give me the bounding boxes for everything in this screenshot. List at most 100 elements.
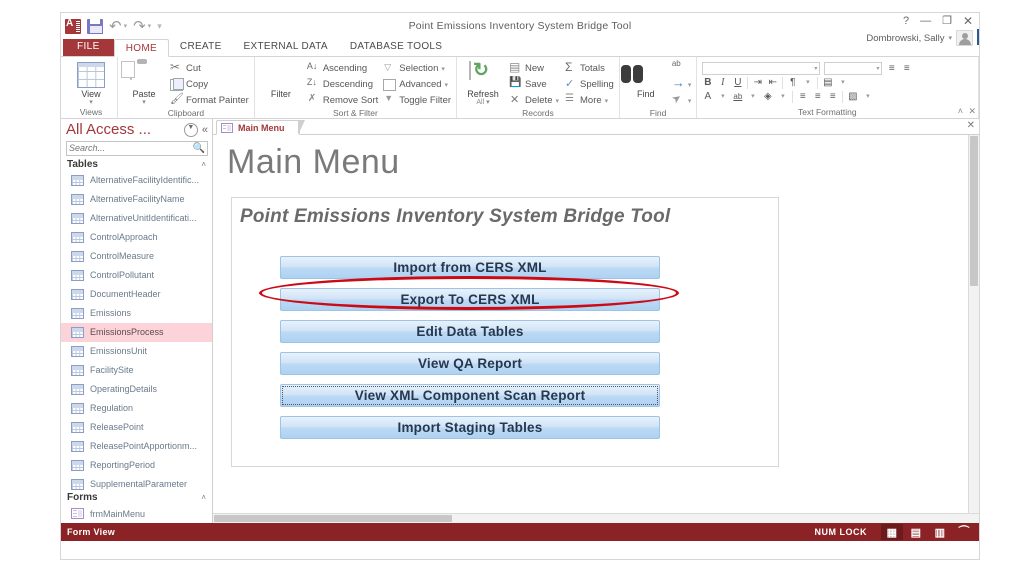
nav-item-table[interactable]: Emissions [61,304,212,323]
nav-item-table[interactable]: Regulation [61,399,212,418]
refresh-all-button[interactable]: Refresh All ▾ [462,61,504,106]
select-button[interactable]: ▾ [672,93,692,108]
gridlines-icon[interactable]: ▤ [822,77,833,89]
nav-item-form[interactable]: frmMainMenu [61,504,212,523]
tab-external-data[interactable]: EXTERNAL DATA [233,38,339,56]
ribbon-group-views-label: Views [79,107,103,117]
import-staging-tables-button[interactable]: Import Staging Tables [280,416,660,439]
nav-section-tables[interactable]: Tables ˄ [61,158,212,171]
font-family-select[interactable]: ▾ [702,62,821,75]
close-document-icon[interactable]: ✕ [968,106,976,117]
font-color-button[interactable]: A [702,91,713,103]
nav-item-table[interactable]: EmissionsUnit [61,342,212,361]
italic-button[interactable]: I [717,77,728,89]
horizontal-scrollbar-thumb[interactable] [214,515,452,522]
nav-item-table[interactable]: AlternativeFacilityIdentific... [61,171,212,190]
nav-item-table[interactable]: OperatingDetails [61,380,212,399]
toggle-filter-button[interactable]: Toggle Filter [383,93,451,108]
restore-icon[interactable] [942,16,952,27]
go-to-button[interactable]: ▾ [672,75,692,92]
datasheet-view-icon[interactable]: ▤ [905,524,927,540]
collapse-ribbon-icon[interactable]: ˄ [958,106,963,116]
view-button[interactable]: View ▾ [70,61,112,106]
save-record-button[interactable]: Save [509,77,559,92]
bulleted-list-icon[interactable]: ≡ [886,63,897,75]
filter-button[interactable]: Filter [260,61,302,99]
advanced-button[interactable]: Advanced ▾ [383,77,451,92]
align-right-icon[interactable]: ≡ [827,91,838,103]
remove-sort-button[interactable]: Remove Sort [307,93,378,108]
new-record-button[interactable]: New [509,60,559,76]
search-box[interactable]: 🔍 [66,141,208,156]
selection-button[interactable]: Selection ▾ [383,61,451,76]
cut-button[interactable]: Cut [170,60,249,76]
bold-button[interactable]: B [702,77,713,89]
close-icon[interactable] [963,15,973,28]
tab-file[interactable]: FILE [63,38,114,56]
nav-item-table[interactable]: FacilitySite [61,361,212,380]
vertical-scrollbar-thumb[interactable] [970,136,978,286]
decrease-indent-icon[interactable]: ⇤ [767,77,778,89]
view-qa-report-button[interactable]: View QA Report [280,352,660,375]
text-direction-icon[interactable]: ¶ [787,77,798,89]
shutter-bar-dropdown-icon[interactable] [183,122,198,137]
increase-indent-icon[interactable]: ⇥ [752,77,763,89]
view-xml-component-scan-report-button[interactable]: View XML Component Scan Report [280,384,660,407]
nav-item-label: OperatingDetails [90,384,158,395]
sort-ascending-button[interactable]: Ascending [307,61,378,76]
nav-item-table[interactable]: ReleasePointApportionm... [61,437,212,456]
nav-item-table[interactable]: AlternativeUnitIdentificati... [61,209,212,228]
edit-data-tables-button[interactable]: Edit Data Tables [280,320,660,343]
font-size-select[interactable]: ▾ [824,62,883,75]
align-center-icon[interactable]: ≡ [812,91,823,103]
import-from-cers-xml-button[interactable]: Import from CERS XML [280,256,660,279]
more-label: More [580,95,602,106]
fill-color-icon[interactable]: ◈ [762,91,773,103]
tab-database-tools[interactable]: DATABASE TOOLS [339,38,453,56]
nav-item-table[interactable]: ReportingPeriod [61,456,212,475]
new-record-icon [509,60,522,75]
export-to-cers-xml-button[interactable]: Export To CERS XML [280,288,660,311]
account-menu[interactable]: Dombrowski, Sally ▾ [866,30,973,46]
highlight-button[interactable]: ab [732,91,743,103]
format-painter-button[interactable]: Format Painter [170,92,249,108]
form-view-icon[interactable]: ▦ [881,524,903,540]
delete-record-button[interactable]: Delete ▾ [509,93,559,108]
delete-label: Delete [525,95,553,106]
nav-item-table[interactable]: ControlMeasure [61,247,212,266]
horizontal-scrollbar[interactable] [213,513,979,523]
tab-create[interactable]: CREATE [169,38,233,56]
sort-descending-button[interactable]: Descending [307,77,378,92]
help-icon[interactable] [903,16,909,27]
copy-button[interactable]: Copy [170,77,249,92]
vertical-scrollbar[interactable] [968,135,979,513]
more-button[interactable]: More ▾ [564,93,614,108]
tab-home[interactable]: HOME [113,39,169,57]
sort-descending-icon [307,77,320,91]
underline-button[interactable]: U [732,77,743,89]
nav-item-table[interactable]: SupplementalParameter [61,475,212,491]
find-button[interactable]: Find [625,61,667,99]
search-input[interactable] [69,143,193,154]
totals-button[interactable]: Totals [564,60,614,76]
nav-item-table[interactable]: AlternativeFacilityName [61,190,212,209]
nav-item-table[interactable]: ControlApproach [61,228,212,247]
nav-item-table[interactable]: ReleasePoint [61,418,212,437]
nav-item-table[interactable]: ControlPollutant [61,266,212,285]
status-bar-right: NUM LOCK ▦ ▤ ▥ ⏜ [815,524,980,540]
numbered-list-icon[interactable]: ≡ [901,63,912,75]
design-view-icon[interactable]: ⏜ [953,524,975,540]
spelling-button[interactable]: Spelling [564,77,614,92]
paste-button[interactable]: Paste ▾ [123,61,165,106]
alternate-row-color-icon[interactable]: ▧ [847,91,858,103]
collapse-nav-pane-icon[interactable]: « [202,124,208,136]
close-icon[interactable]: ✕ [967,120,975,131]
nav-section-forms[interactable]: Forms ˄ [61,491,212,504]
document-tab-main-menu[interactable]: Main Menu [216,120,304,135]
layout-view-icon[interactable]: ▥ [929,524,951,540]
search-icon[interactable]: 🔍 [193,143,205,154]
nav-item-table[interactable]: DocumentHeader [61,285,212,304]
nav-item-table-selected[interactable]: EmissionsProcess [61,322,212,342]
minimize-icon[interactable] [920,16,931,27]
align-left-icon[interactable]: ≡ [797,91,808,103]
